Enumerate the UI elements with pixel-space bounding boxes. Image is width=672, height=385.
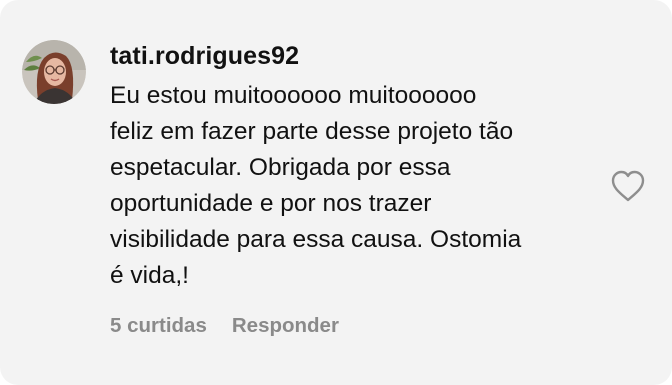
comment-actions: 5 curtidas Responder <box>110 312 339 340</box>
avatar[interactable] <box>22 40 86 104</box>
likes-count-button[interactable]: 5 curtidas <box>110 312 207 340</box>
comment-card: tati.rodrigues92 Eu estou muitoooooo mui… <box>0 0 672 385</box>
username[interactable]: tati.rodrigues92 <box>110 38 600 74</box>
comment-text: Eu estou muitoooooo muitoooooo feliz em … <box>110 82 522 289</box>
heart-outline-icon[interactable] <box>610 169 646 203</box>
comment-body: tati.rodrigues92 Eu estou muitoooooo mui… <box>110 38 600 294</box>
reply-button[interactable]: Responder <box>232 312 339 340</box>
